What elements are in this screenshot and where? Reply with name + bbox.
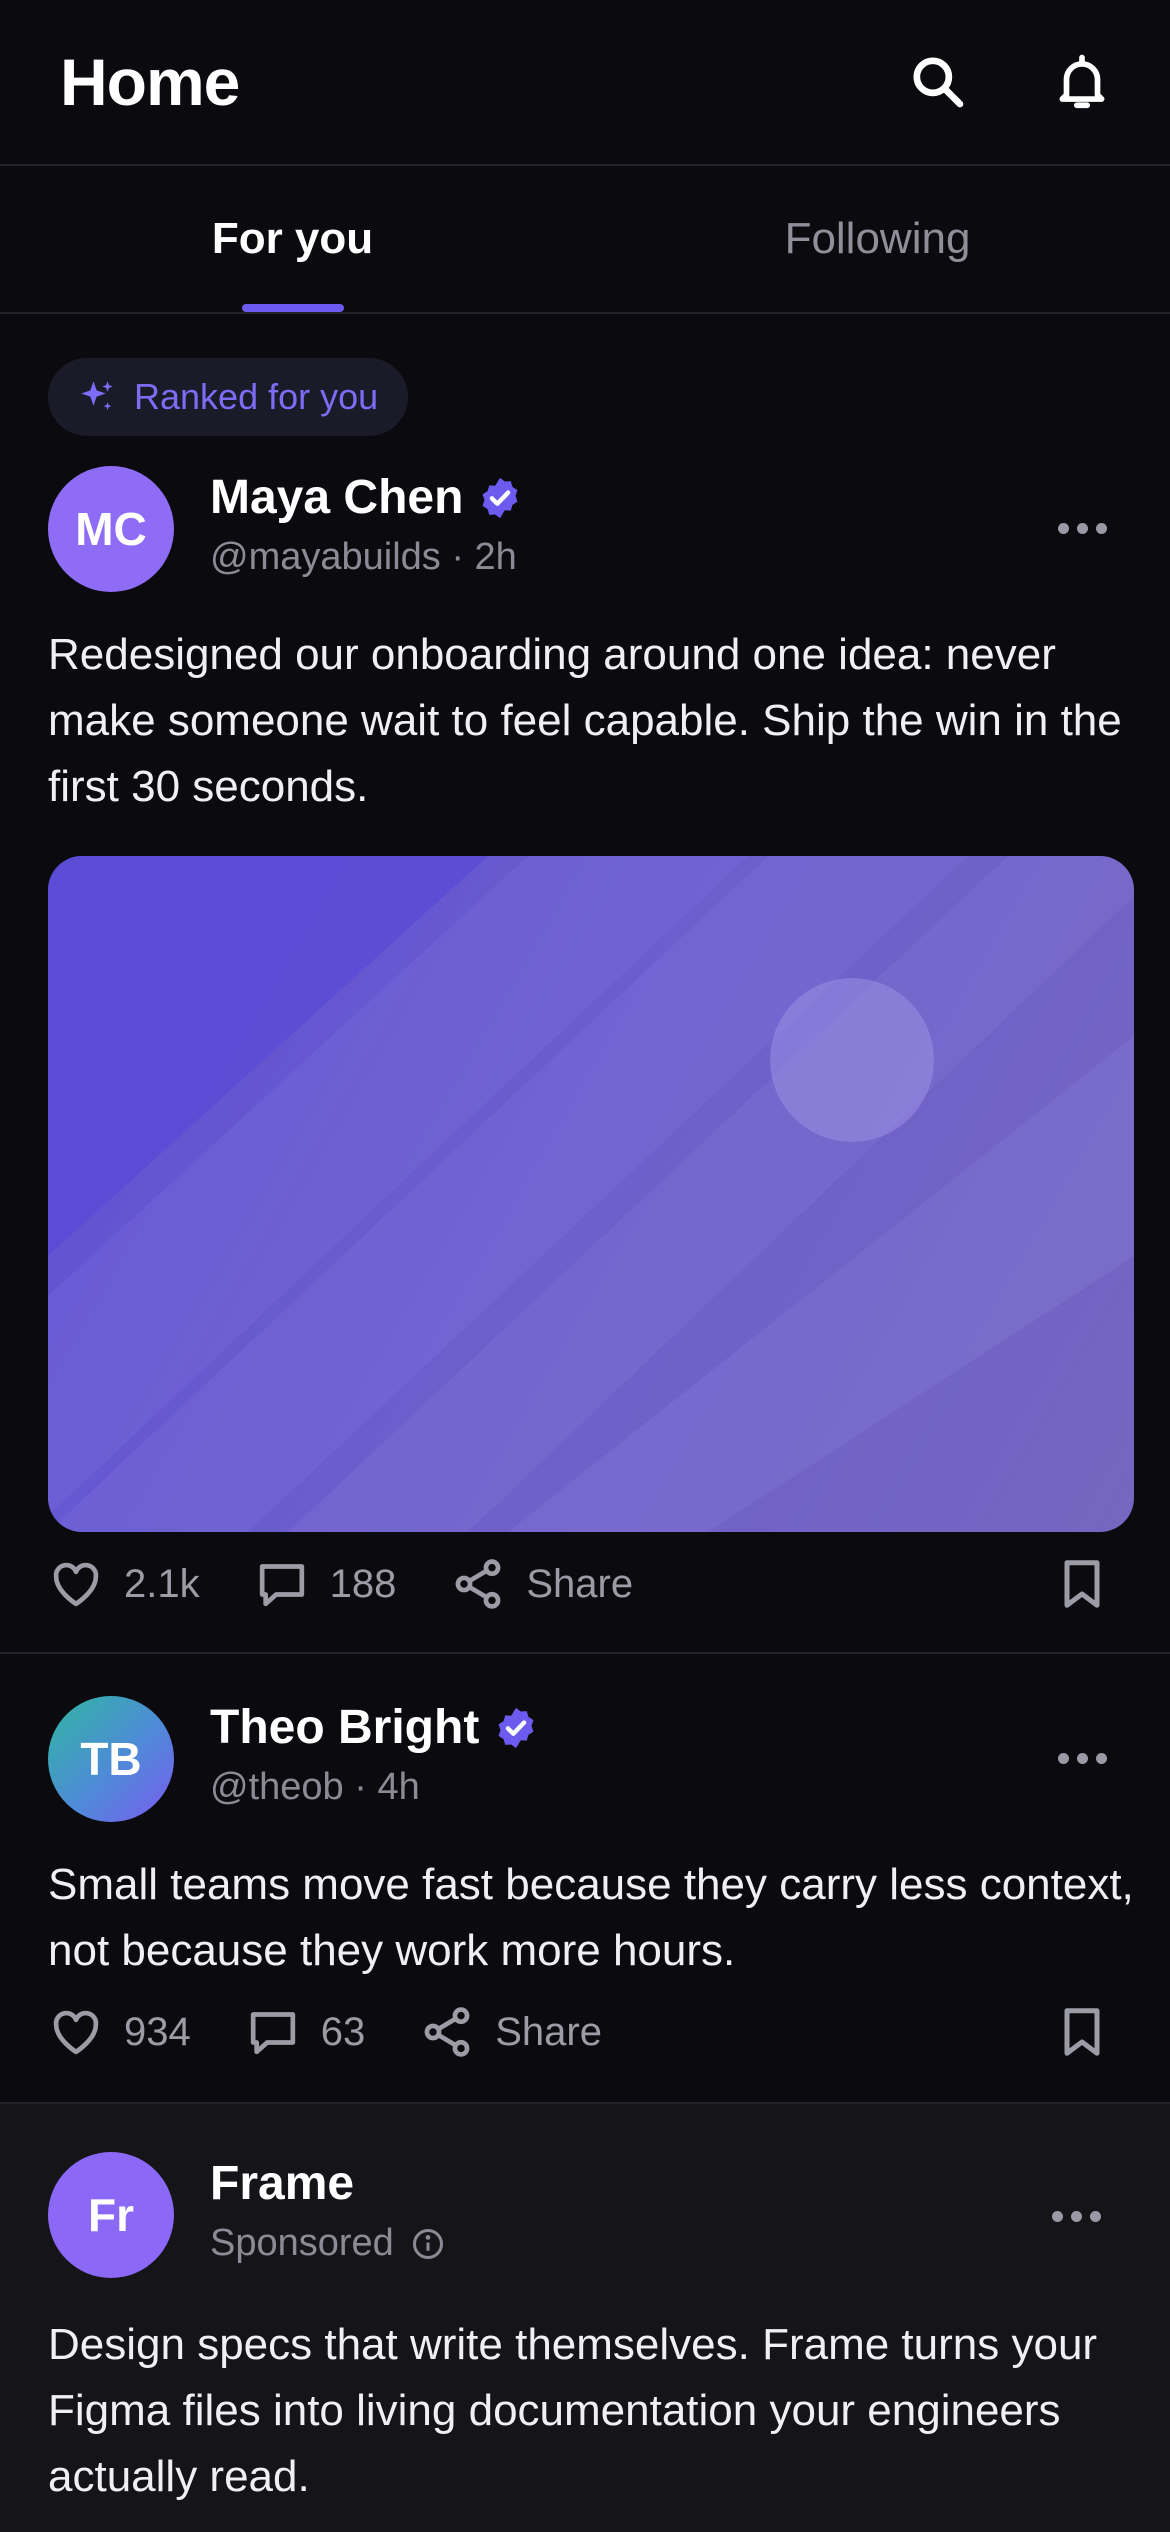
app-root: Home For you Following Ranked for you MC…	[0, 0, 1170, 2532]
bookmark-icon[interactable]	[1052, 2002, 1112, 2062]
share-button[interactable]: Share	[419, 2004, 602, 2060]
heart-icon	[53, 1562, 99, 1607]
comment-icon	[250, 2012, 295, 2055]
sponsored-label: Sponsored	[210, 2222, 394, 2264]
verified-icon	[482, 477, 518, 518]
info-icon[interactable]	[410, 2226, 446, 2262]
author-row: Frame	[210, 2156, 354, 2211]
share-icon	[424, 2007, 470, 2057]
more-options-button[interactable]	[1052, 508, 1112, 548]
post-actions: 2.1k 188 Share	[48, 1544, 1122, 1624]
post-text: Redesigned our onboarding around one ide…	[48, 630, 1122, 811]
author-name[interactable]: Frame	[210, 2156, 354, 2211]
verified-icon	[498, 1707, 534, 1748]
share-label: Share	[495, 2009, 602, 2054]
more-options-button[interactable]	[1052, 1738, 1112, 1778]
feed-tabs: For you Following	[0, 166, 1170, 314]
top-bar: Home	[0, 0, 1170, 166]
notifications-button[interactable]	[1042, 42, 1122, 122]
bookmark-icon[interactable]	[1052, 1554, 1112, 1614]
heart-icon	[53, 2010, 99, 2055]
author-handle-time: @mayabuilds · 2h	[210, 536, 517, 578]
sponsored-label-row: Sponsored	[210, 2222, 446, 2265]
abstract-image-art	[48, 856, 1134, 1532]
more-icon	[1057, 522, 1069, 534]
sparkle-icon	[81, 381, 113, 410]
more-options-button[interactable]	[1046, 2196, 1106, 2236]
comment-button[interactable]: 188	[254, 1556, 397, 1612]
like-count: 934	[124, 2009, 191, 2054]
comment-count: 188	[329, 1561, 397, 1606]
more-icon	[1057, 1752, 1069, 1764]
avatar[interactable]: TB	[48, 1696, 174, 1822]
header-actions	[898, 42, 1122, 122]
author-handle-time: @theob · 4h	[210, 1766, 420, 1808]
comment-icon	[259, 1564, 304, 1607]
page-title: Home	[60, 45, 240, 119]
post-divider	[0, 1652, 1170, 1654]
author-name[interactable]: Maya Chen	[210, 470, 463, 525]
comment-count: 63	[320, 2009, 366, 2054]
post-actions: 934 63 Share	[48, 1992, 1122, 2072]
author-name[interactable]: Theo Bright	[210, 1700, 479, 1755]
like-count: 2.1k	[124, 1561, 200, 1606]
share-button[interactable]: Share	[450, 1556, 633, 1612]
post-text: Small teams move fast because they carry…	[48, 1860, 1134, 1975]
tab-following[interactable]: Following	[585, 166, 1170, 312]
like-button[interactable]: 934	[48, 2004, 191, 2060]
post-image[interactable]	[48, 856, 1134, 1532]
author-row: Theo Bright	[210, 1700, 539, 1755]
tab-for-you[interactable]: For you	[0, 166, 585, 312]
avatar[interactable]: Fr	[48, 2152, 174, 2278]
share-label: Share	[526, 1561, 634, 1606]
avatar[interactable]: MC	[48, 466, 174, 592]
comment-button[interactable]: 63	[245, 2004, 366, 2060]
ranked-for-you-badge[interactable]: Ranked for you	[48, 358, 409, 436]
share-icon	[455, 1559, 501, 1609]
like-button[interactable]: 2.1k	[48, 1556, 200, 1612]
search-button[interactable]	[898, 42, 978, 122]
bell-icon	[1059, 54, 1105, 109]
search-icon	[913, 57, 964, 108]
more-icon	[1051, 2210, 1063, 2222]
post-text: Design specs that write themselves. Fram…	[48, 2320, 1098, 2501]
ranked-pill-label: Ranked for you	[134, 376, 379, 417]
author-row: Maya Chen	[210, 470, 523, 525]
